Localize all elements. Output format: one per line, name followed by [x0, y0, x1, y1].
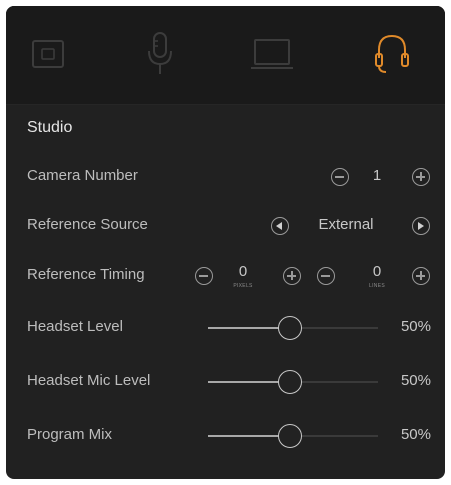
headset-mic-level-label: Headset Mic Level	[27, 372, 151, 389]
reference-timing-pixels-value: 0	[238, 263, 248, 280]
headset-level-label: Headset Level	[27, 318, 123, 335]
camera-number-decrement-button[interactable]	[331, 168, 349, 186]
reference-timing-pixels-decrement-button[interactable]	[195, 267, 213, 285]
tab-bar	[6, 6, 445, 105]
headset-level-slider-fill	[208, 327, 286, 329]
program-mix-slider-fill	[208, 435, 286, 437]
tab-display[interactable]	[242, 28, 302, 80]
settings-panel: Studio Camera Number 1 Reference Source …	[6, 6, 445, 479]
reference-source-label: Reference Source	[27, 216, 148, 233]
program-mix-row: Program Mix 50%	[6, 416, 445, 456]
headset-mic-level-slider-track[interactable]	[302, 381, 378, 383]
reference-timing-lines-unit: LINES	[369, 283, 385, 289]
program-mix-value: 50%	[400, 426, 431, 443]
program-mix-label: Program Mix	[27, 426, 113, 443]
headset-level-slider-track[interactable]	[302, 327, 378, 329]
tab-setup[interactable]	[362, 28, 422, 80]
reference-source-next-button[interactable]	[412, 217, 430, 235]
headset-mic-level-row: Headset Mic Level 50%	[6, 362, 445, 402]
section-title: Studio	[27, 119, 73, 136]
program-mix-slider-track[interactable]	[302, 435, 378, 437]
display-icon	[251, 39, 293, 69]
headset-level-value: 50%	[400, 318, 431, 335]
reference-timing-pixels-unit: PIXELS	[233, 283, 253, 289]
headset-mic-level-value: 50%	[400, 372, 431, 389]
reference-timing-lines-decrement-button[interactable]	[317, 267, 335, 285]
headset-level-row: Headset Level 50%	[6, 308, 445, 348]
camera-number-row: Camera Number 1	[6, 157, 445, 197]
tab-audio[interactable]	[130, 28, 190, 80]
headset-mic-level-slider-thumb[interactable]	[278, 370, 302, 394]
headset-icon	[375, 34, 409, 73]
camera-icon	[32, 40, 64, 68]
camera-number-value: 1	[372, 167, 382, 184]
reference-timing-label: Reference Timing	[27, 266, 145, 283]
reference-timing-pixels-increment-button[interactable]	[283, 267, 301, 285]
reference-timing-lines-value: 0	[372, 263, 382, 280]
microphone-icon	[148, 32, 172, 74]
tab-camera[interactable]	[18, 28, 78, 80]
reference-source-value: External	[318, 216, 374, 233]
camera-number-increment-button[interactable]	[412, 168, 430, 186]
reference-source-row: Reference Source External	[6, 206, 445, 246]
camera-number-label: Camera Number	[27, 167, 138, 184]
reference-source-previous-button[interactable]	[271, 217, 289, 235]
program-mix-slider-thumb[interactable]	[278, 424, 302, 448]
reference-timing-lines-increment-button[interactable]	[412, 267, 430, 285]
reference-timing-row: Reference Timing 0 PIXELS 0 LINES	[6, 256, 445, 296]
headset-mic-level-slider-fill	[208, 381, 286, 383]
headset-level-slider-thumb[interactable]	[278, 316, 302, 340]
